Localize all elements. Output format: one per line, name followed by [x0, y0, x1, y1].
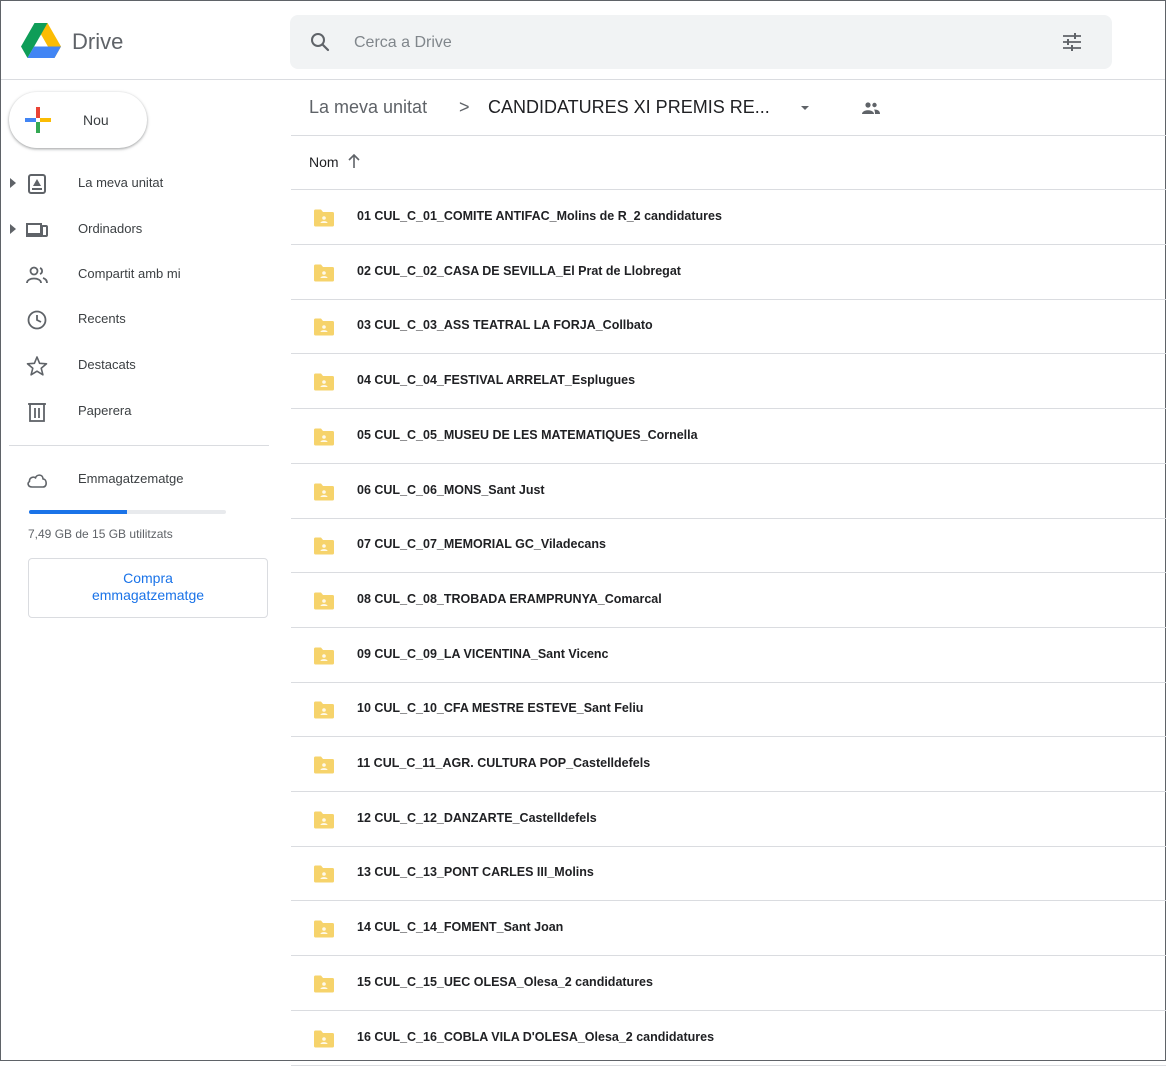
dropdown-arrow-icon[interactable] [799, 102, 811, 114]
sidebar-item-label: Recents [78, 311, 126, 326]
buy-storage-label-line1: Compra [123, 570, 173, 586]
file-name: 02 CUL_C_02_CASA DE SEVILLA_El Prat de L… [357, 263, 681, 278]
folder-icon [314, 756, 334, 774]
file-name: 14 CUL_C_14_FOMENT_Sant Joan [357, 920, 564, 935]
sidebar-item-recent[interactable]: Recents [1, 302, 271, 338]
folder-icon [314, 537, 334, 555]
file-name: 09 CUL_C_09_LA VICENTINA_Sant Vicenc [357, 646, 609, 661]
storage-usage-bar [29, 510, 226, 514]
sidebar-item-label: Destacats [78, 357, 136, 372]
shared-icon [26, 266, 48, 284]
file-row[interactable]: 08 CUL_C_08_TROBADA ERAMPRUNYA_Comarcal [291, 573, 1166, 628]
computers-icon [26, 223, 48, 237]
search-icon[interactable] [308, 30, 332, 54]
file-row[interactable]: 10 CUL_C_10_CFA MESTRE ESTEVE_Sant Feliu [291, 682, 1166, 738]
file-row[interactable]: 09 CUL_C_09_LA VICENTINA_Sant Vicenc [291, 628, 1166, 683]
new-button[interactable]: Nou [9, 92, 147, 148]
expand-arrow-icon[interactable] [10, 178, 18, 188]
folder-icon [314, 920, 334, 938]
shared-folder-icon[interactable] [861, 100, 881, 118]
sidebar-divider [9, 445, 269, 446]
file-name: 04 CUL_C_04_FESTIVAL ARRELAT_Esplugues [357, 373, 636, 388]
cloud-icon [27, 474, 47, 488]
storage-usage-fill [29, 510, 128, 514]
file-name: 05 CUL_C_05_MUSEU DE LES MATEMATIQUES_Co… [357, 427, 698, 442]
file-name: 08 CUL_C_08_TROBADA ERAMPRUNYA_Comarcal [357, 591, 662, 606]
file-row[interactable]: 02 CUL_C_02_CASA DE SEVILLA_El Prat de L… [291, 245, 1166, 300]
folder-icon [314, 975, 334, 993]
sidebar-item-trash[interactable]: Paperera [1, 394, 271, 430]
file-row[interactable]: 04 CUL_C_04_FESTIVAL ARRELAT_Esplugues [291, 354, 1166, 410]
file-row[interactable]: 15 CUL_C_15_UEC OLESA_Olesa_2 candidatur… [291, 956, 1166, 1011]
file-name: 15 CUL_C_15_UEC OLESA_Olesa_2 candidatur… [357, 974, 653, 989]
folder-icon [314, 1030, 334, 1047]
file-row[interactable]: 05 CUL_C_05_MUSEU DE LES MATEMATIQUES_Co… [291, 409, 1166, 464]
folder-icon [314, 373, 334, 391]
new-button-label: Nou [83, 112, 109, 128]
file-name: 16 CUL_C_16_COBLA VILA D'OLESA_Olesa_2 c… [357, 1029, 715, 1044]
folder-icon [314, 811, 334, 829]
file-row[interactable]: 14 CUL_C_14_FOMENT_Sant Joan [291, 901, 1166, 957]
file-row[interactable]: 16 CUL_C_16_COBLA VILA D'OLESA_Olesa_2 c… [291, 1011, 1166, 1066]
folder-icon [314, 483, 334, 500]
top-bar: Drive [1, 1, 1165, 80]
sidebar-item-computers[interactable]: Ordinadors [1, 212, 271, 248]
main-content: La meva unitat > CANDIDATURES XI PREMIS … [291, 80, 1166, 1066]
file-name: 03 CUL_C_03_ASS TEATRAL LA FORJA_Collbat… [357, 318, 653, 333]
sidebar-item-label: Paperera [78, 403, 132, 418]
folder-icon [314, 209, 334, 227]
file-name: 11 CUL_C_11_AGR. CULTURA POP_Castelldefe… [357, 756, 651, 770]
sort-ascending-arrow-icon[interactable] [347, 152, 361, 170]
folder-icon [314, 318, 334, 336]
sidebar-item-label: Ordinadors [78, 221, 143, 236]
buy-storage-button[interactable]: Compra emmagatzematge [28, 558, 268, 618]
search-input[interactable] [352, 29, 1036, 57]
search-bar[interactable] [290, 15, 1112, 69]
breadcrumb: La meva unitat > CANDIDATURES XI PREMIS … [291, 80, 1166, 136]
file-name: 13 CUL_C_13_PONT CARLES III_Molins [357, 865, 594, 880]
file-row[interactable]: 07 CUL_C_07_MEMORIAL GC_Viladecans [291, 518, 1166, 574]
file-row[interactable]: 12 CUL_C_12_DANZARTE_Castelldefels [291, 792, 1166, 847]
file-row[interactable]: 06 CUL_C_06_MONS_Sant Just [291, 464, 1166, 519]
folder-icon [314, 701, 334, 719]
folder-icon [314, 264, 334, 282]
clock-icon [27, 310, 47, 330]
plus-icon [25, 107, 51, 133]
folder-icon [314, 647, 334, 665]
file-name: 01 CUL_C_01_COMITE ANTIFAC_Molins de R_2… [357, 209, 722, 223]
file-name: 07 CUL_C_07_MEMORIAL GC_Viladecans [357, 537, 606, 552]
sidebar-item-starred[interactable]: Destacats [1, 348, 271, 384]
search-options-icon[interactable] [1060, 30, 1084, 54]
app-name[interactable]: Drive [72, 29, 123, 55]
trash-icon [28, 403, 46, 422]
sidebar-item-label: Emmagatzematge [78, 471, 184, 486]
file-row[interactable]: 01 CUL_C_01_COMITE ANTIFAC_Molins de R_2… [291, 190, 1166, 245]
star-icon [26, 356, 48, 376]
sort-by-name[interactable]: Nom [309, 154, 339, 170]
file-row[interactable]: 03 CUL_C_03_ASS TEATRAL LA FORJA_Collbat… [291, 299, 1166, 355]
storage-usage-text: 7,49 GB de 15 GB utilitzats [28, 527, 173, 541]
sidebar-item-my-drive[interactable]: La meva unitat [1, 166, 271, 202]
file-name: 10 CUL_C_10_CFA MESTRE ESTEVE_Sant Feliu [357, 701, 644, 716]
drive-logo-icon[interactable] [21, 23, 61, 59]
breadcrumb-current-folder[interactable]: CANDIDATURES XI PREMIS RE... [488, 97, 770, 118]
file-name: 12 CUL_C_12_DANZARTE_Castelldefels [357, 810, 597, 825]
expand-arrow-icon[interactable] [10, 224, 18, 234]
sidebar-item-storage[interactable]: Emmagatzematge [1, 462, 271, 498]
folder-icon [314, 592, 334, 610]
breadcrumb-root[interactable]: La meva unitat [309, 97, 427, 118]
sidebar: Nou La meva unitat Ordinadors Compartit … [1, 80, 281, 1062]
sidebar-item-label: Compartit amb mi [78, 266, 181, 281]
breadcrumb-separator: > [459, 97, 470, 117]
file-name: 06 CUL_C_06_MONS_Sant Just [357, 482, 545, 497]
buy-storage-label-line2: emmagatzematge [91, 587, 205, 603]
file-row[interactable]: 11 CUL_C_11_AGR. CULTURA POP_Castelldefe… [291, 737, 1166, 792]
folder-icon [314, 428, 334, 446]
folder-icon [314, 865, 334, 883]
my-drive-icon [28, 174, 46, 194]
sidebar-item-shared-with-me[interactable]: Compartit amb mi [1, 257, 271, 293]
sidebar-item-label: La meva unitat [78, 175, 164, 190]
file-list-header: Nom [291, 136, 1166, 190]
file-row[interactable]: 13 CUL_C_13_PONT CARLES III_Molins [291, 846, 1166, 902]
